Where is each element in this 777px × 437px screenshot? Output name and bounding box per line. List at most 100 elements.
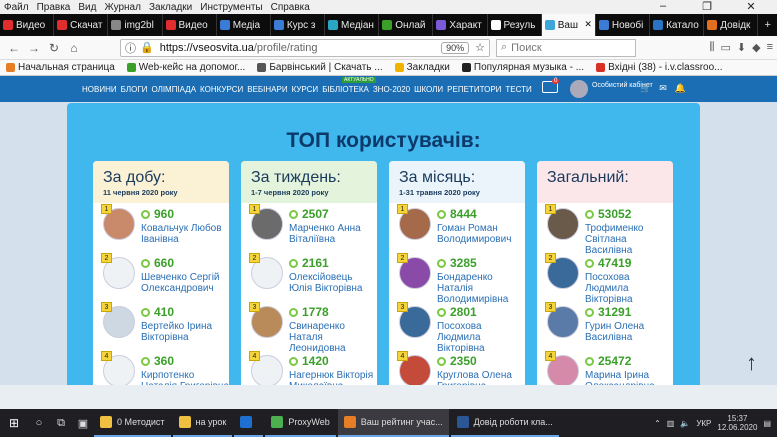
browser-tab[interactable]: Видео (0, 14, 55, 36)
home-icon[interactable]: ⌂ (64, 41, 84, 55)
taskbar-app[interactable]: на урок (172, 409, 233, 437)
browser-tab[interactable]: Характ (433, 14, 488, 36)
menu-icon[interactable]: ≡ (767, 41, 773, 54)
reload-icon[interactable]: ↻ (44, 41, 64, 55)
site-nav-olympiad[interactable]: Олімпіада (151, 85, 196, 94)
rating-row[interactable]: 4 25472 Марина Ірина Олександрівна (537, 350, 673, 385)
site-nav-library[interactable]: Бібліотека (322, 85, 369, 94)
scroll-up-icon[interactable]: ↑ (746, 350, 757, 376)
site-nav-schools[interactable]: Школи (414, 85, 443, 94)
rating-row[interactable]: 3 1778 Свинаренко Наталя Леонидовна (241, 301, 377, 354)
site-nav-zno[interactable]: ЗНО-2020 (373, 85, 410, 94)
extension-icon[interactable]: ◆ (752, 41, 760, 54)
browser-tab[interactable]: Ваш ✕ (541, 14, 596, 36)
bookmark-item[interactable]: Барвінський | Скачать ... (257, 62, 383, 73)
notification-icon[interactable]: ▤ (763, 419, 771, 428)
rating-row[interactable]: 2 3285 Бондаренко Наталія Володимирівна (389, 252, 525, 305)
browser-tab[interactable]: Скачат (54, 14, 109, 36)
menu-bookmarks[interactable]: Закладки (149, 2, 192, 13)
browser-tab[interactable]: Медіан (325, 14, 380, 36)
menu-history[interactable]: Журнал (104, 2, 141, 13)
rating-row[interactable]: 1 2507 Марченко Анна Віталіївна (241, 203, 377, 252)
user-name-link[interactable]: Ковальчук Любов Іванівна (141, 223, 229, 245)
rating-row[interactable]: 1 8444 Гоман Роман Володимирович (389, 203, 525, 252)
rating-row[interactable]: 3 2801 Посохова Людмила Вікторівна (389, 301, 525, 354)
bookmark-item[interactable]: Вхідні (38) - i.v.classroo... (596, 62, 722, 73)
menu-help[interactable]: Справка (271, 2, 310, 13)
user-name-link[interactable]: Олексійовець Юлія Вікторівна (289, 272, 377, 294)
bookmark-item[interactable]: Начальная страница (6, 62, 115, 73)
info-icon[interactable]: ⓘ (125, 40, 136, 56)
url-bar[interactable]: ⓘ 🔒 https://vseosvita.ua /profile/rating… (120, 38, 490, 57)
zoom-level[interactable]: 90% (441, 41, 470, 54)
user-name-link[interactable]: Вертейко Ірина Вікторівна (141, 321, 229, 343)
taskbar-app[interactable]: 0 Методист (94, 409, 171, 437)
rating-row[interactable]: 3 410 Вертейко Ірина Вікторівна (93, 301, 229, 350)
user-name-link[interactable]: Шевченко Сергій Олександрович (141, 272, 229, 294)
volume-icon[interactable]: 🔈 (680, 419, 690, 428)
user-avatar[interactable] (570, 80, 588, 98)
user-name-link[interactable]: Круглова Олена Григорівна (437, 370, 525, 385)
browser-tab[interactable]: Медіа (217, 14, 271, 36)
cart-small-icon[interactable]: 🛒 (640, 83, 651, 94)
windows-start-icon[interactable]: ⊞ (0, 416, 28, 430)
sidebar-icon[interactable]: ▭ (720, 41, 730, 54)
user-name-link[interactable]: Гурин Олена Василівна (585, 321, 673, 343)
back-icon[interactable]: ← (4, 41, 24, 55)
browser-tab[interactable]: Новобі (596, 14, 651, 36)
site-nav-courses[interactable]: Курси (292, 85, 319, 94)
rating-row[interactable]: 2 47419 Посохова Людмила Вікторівна (537, 252, 673, 305)
bookmark-item[interactable]: Закладки (394, 62, 450, 73)
menu-view[interactable]: Вид (78, 2, 96, 13)
site-nav-news[interactable]: Новини (82, 85, 117, 94)
search-taskbar-icon[interactable]: ○ (28, 417, 50, 429)
menu-file[interactable]: Файл (4, 2, 29, 13)
library-icon[interactable]: ⫼ (709, 41, 714, 54)
star-icon[interactable]: ☆ (475, 41, 485, 54)
clock[interactable]: 15:37 12.06.2020 (717, 414, 757, 432)
taskview-icon[interactable]: ⧉ (50, 417, 72, 430)
site-nav-tests[interactable]: Тести (505, 85, 531, 94)
browser-tab[interactable]: Резуль (488, 14, 542, 36)
browser-tab[interactable]: Онлай (379, 14, 434, 36)
store-icon[interactable]: ▣ (72, 417, 94, 430)
browser-tab[interactable]: Видео (163, 14, 217, 36)
rating-row[interactable]: 3 31291 Гурин Олена Василівна (537, 301, 673, 350)
maximize-icon[interactable]: ❐ (689, 0, 725, 13)
browser-tab[interactable]: Довідк (704, 14, 759, 36)
close-icon[interactable]: ✕ (733, 0, 769, 13)
tray-arrow-icon[interactable]: ⌃ (654, 419, 661, 428)
tab-close-icon[interactable]: ✕ (584, 19, 592, 30)
user-name-link[interactable]: Марченко Анна Віталіївна (289, 223, 377, 245)
search-input[interactable]: ⌕ Поиск (496, 38, 636, 57)
message-icon[interactable]: ✉ (659, 83, 667, 94)
menu-edit[interactable]: Правка (37, 2, 71, 13)
taskbar-app[interactable]: Ваш рейтинг учас... (337, 409, 449, 437)
language-indicator[interactable]: УКР (696, 419, 711, 428)
bookmark-item[interactable]: Web-кейс на допомог... (126, 62, 245, 73)
user-name-link[interactable]: Марина Ірина Олександрівна (585, 370, 673, 385)
rating-row[interactable]: 4 360 Кирпотенко Наталія Григорівна (93, 350, 229, 385)
bookmark-item[interactable]: Популярная музыка - ... (461, 62, 584, 73)
user-name-link[interactable]: Нагернюк Вікторія Миколаївна (289, 370, 377, 385)
new-tab-icon[interactable]: + (758, 14, 777, 36)
taskbar-app[interactable] (234, 409, 264, 437)
network-icon[interactable]: ▥ (667, 419, 675, 428)
browser-tab[interactable]: img2bl (108, 14, 163, 36)
rating-row[interactable]: 1 960 Ковальчук Любов Іванівна (93, 203, 229, 252)
bell-icon[interactable]: 🔔 (675, 83, 686, 94)
site-nav-blogs[interactable]: Блоги (121, 85, 148, 94)
rating-row[interactable]: 2 2161 Олексійовець Юлія Вікторівна (241, 252, 377, 301)
site-nav-tutors[interactable]: Репетитори (447, 85, 501, 94)
user-name-link[interactable]: Кирпотенко Наталія Григорівна (141, 370, 229, 385)
site-nav-webinars[interactable]: Вебінари (247, 85, 287, 94)
taskbar-app[interactable]: ProxyWeb (265, 409, 336, 437)
rating-row[interactable]: 1 53052 Трофименко Світлана Василівна (537, 203, 673, 256)
download-icon[interactable]: ⬇ (737, 41, 746, 54)
forward-icon[interactable]: → (24, 41, 44, 55)
browser-tab[interactable]: Катало (650, 14, 705, 36)
rating-row[interactable]: 4 2350 Круглова Олена Григорівна (389, 350, 525, 385)
site-nav-contests[interactable]: Конкурси (200, 85, 243, 94)
browser-tab[interactable]: Курс з (271, 14, 326, 36)
taskbar-app[interactable]: Довід роботи кла... (450, 409, 559, 437)
